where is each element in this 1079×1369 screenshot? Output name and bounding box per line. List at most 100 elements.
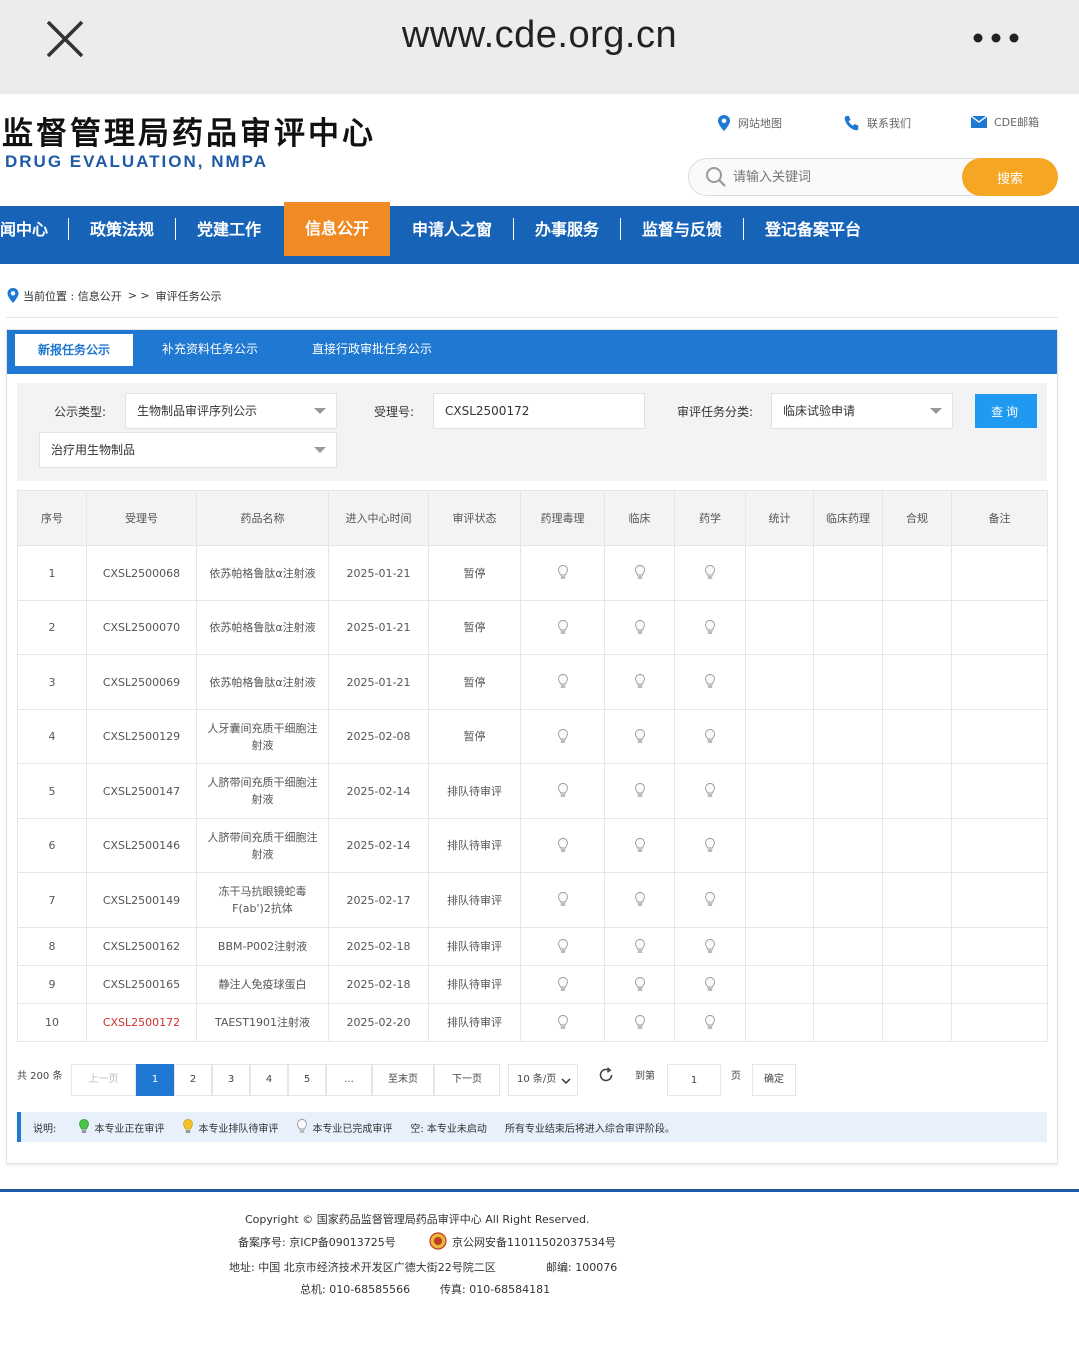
search-icon: [706, 167, 726, 187]
nav-item-party[interactable]: 党建工作: [197, 206, 261, 264]
cell-acceptance-no[interactable]: CXSL2500165: [86, 965, 197, 1004]
footer-icp[interactable]: 备案序号: 京ICP备09013725号: [238, 1234, 396, 1250]
column-header: 临床药理: [813, 490, 883, 546]
contact-link[interactable]: 联系我们: [843, 114, 911, 132]
cell-acceptance-no[interactable]: CXSL2500069: [86, 654, 197, 710]
bulb-gray-icon: [557, 783, 568, 797]
cell-acceptance-no[interactable]: CXSL2500129: [86, 709, 197, 764]
page-button[interactable]: 1: [136, 1064, 174, 1096]
cell-pharmacy: [674, 654, 746, 710]
subtype-select-value: 治疗用生物制品: [51, 443, 136, 457]
nav-divider: [743, 218, 744, 240]
nav-item-policy[interactable]: 政策法规: [90, 206, 154, 264]
cell-compliance: [882, 965, 952, 1004]
legend-yellow-text: 本专业排队待审评: [198, 1123, 279, 1135]
cell-no: 2: [17, 600, 87, 655]
search-button[interactable]: 搜索: [962, 158, 1058, 196]
bulb-gray-icon: [634, 619, 645, 634]
cell-acceptance-no[interactable]: CXSL2500162: [86, 927, 197, 966]
tab-direct-approval-tasks[interactable]: 直接行政审批任务公示: [312, 330, 432, 374]
cell-date: 2025-01-21: [328, 600, 429, 655]
nav-item-news[interactable]: 闻中心: [0, 206, 48, 264]
cell-clinical-pharmacology: [813, 872, 883, 928]
acceptance-input[interactable]: [433, 393, 645, 429]
cell-clinical-pharmacology: [813, 709, 883, 764]
query-button[interactable]: 查询: [975, 394, 1037, 428]
page-button[interactable]: 3: [212, 1064, 250, 1096]
table-row[interactable]: 6 CXSL2500146 人脐带间充质干细胞注射液 2025-02-14 排队待审评: [17, 818, 1048, 873]
refresh-icon[interactable]: [598, 1067, 614, 1083]
footer-police[interactable]: 京公网安备11011502037534号: [452, 1234, 616, 1250]
page-button[interactable]: 4: [250, 1064, 288, 1096]
cell-pharmtox: [520, 1003, 605, 1042]
table-row[interactable]: 10 CXSL2500172 TAEST1901注射液 2025-02-20 排队待审评: [17, 1003, 1048, 1042]
tab-supplement-tasks[interactable]: 补充资料任务公示: [162, 330, 258, 374]
cell-no: 4: [17, 709, 87, 764]
table-row[interactable]: 5 CXSL2500147 人脐带间充质干细胞注射液 2025-02-14 排队待审评: [17, 763, 1048, 819]
subtype-select[interactable]: 治疗用生物制品: [39, 432, 337, 468]
nav-item-info[interactable]: 信息公开: [284, 202, 390, 256]
cell-acceptance-no[interactable]: CXSL2500146: [86, 818, 197, 873]
cell-drug-name: TAEST1901注射液: [196, 1003, 329, 1042]
cell-date: 2025-02-14: [328, 818, 429, 873]
table-row[interactable]: 8 CXSL2500162 BBM-P002注射液 2025-02-18 排队待审评: [17, 927, 1048, 966]
nav-item-applicant[interactable]: 申请人之窗: [412, 206, 492, 264]
nav-item-feedback[interactable]: 监督与反馈: [642, 206, 722, 264]
nav-item-registration[interactable]: 登记备案平台: [765, 206, 861, 264]
next-page-button[interactable]: 下一页: [434, 1064, 500, 1096]
footer-copyright: Copyright © 国家药品监督管理局药品审评中心 All Right Re…: [245, 1213, 590, 1226]
page-size-select[interactable]: 10 条/页: [508, 1064, 578, 1096]
search-input[interactable]: [733, 167, 953, 187]
prev-page-button[interactable]: 上一页: [71, 1064, 136, 1096]
cell-clinical: [604, 600, 675, 655]
cell-pharmtox: [520, 818, 605, 873]
cell-remarks: [951, 709, 1048, 764]
tab-new-tasks[interactable]: 新报任务公示: [15, 334, 133, 366]
browser-url[interactable]: www.cde.org.cn: [0, 14, 1079, 57]
mail-link[interactable]: CDE邮箱: [970, 114, 1039, 130]
divider: [6, 317, 1058, 318]
type-select[interactable]: 生物制品审评序列公示: [125, 393, 337, 429]
tab-bar: 新报任务公示 补充资料任务公示 直接行政审批任务公示: [7, 330, 1057, 374]
legend-gray-text: 本专业已完成审评: [312, 1123, 393, 1135]
table-row[interactable]: 1 CXSL2500068 依苏帕格鲁肽α注射液 2025-01-21 暂停: [17, 545, 1048, 601]
cell-drug-name: 静注人免疫球蛋白: [196, 965, 329, 1004]
cell-date: 2025-02-08: [328, 709, 429, 764]
cell-compliance: [882, 709, 952, 764]
breadcrumb-prefix[interactable]: 当前位置 : 信息公开: [23, 288, 122, 304]
bulb-gray-icon: [705, 1014, 715, 1029]
table-row[interactable]: 3 CXSL2500069 依苏帕格鲁肽α注射液 2025-01-21 暂停: [17, 654, 1048, 710]
contact-label: 联系我们: [867, 117, 911, 130]
cell-acceptance-no[interactable]: CXSL2500068: [86, 545, 197, 601]
cell-status: 暂停: [428, 600, 521, 655]
cell-clinical-pharmacology: [813, 818, 883, 873]
more-icon[interactable]: [968, 28, 1024, 48]
table-row[interactable]: 2 CXSL2500070 依苏帕格鲁肽α注射液 2025-01-21 暂停: [17, 600, 1048, 655]
cell-acceptance-no[interactable]: CXSL2500070: [86, 600, 197, 655]
table-row[interactable]: 7 CXSL2500149 冻干马抗眼镜蛇毒F(ab')2抗体 2025-02-17 排…: [17, 872, 1048, 928]
table-row[interactable]: 9 CXSL2500165 静注人免疫球蛋白 2025-02-18 排队待审评: [17, 965, 1048, 1004]
category-select[interactable]: 临床试验申请: [771, 393, 953, 429]
caret-down-icon: [314, 408, 326, 414]
site-subtitle: DRUG EVALUATION, NMPA: [5, 152, 268, 171]
cell-acceptance-no[interactable]: CXSL2500149: [86, 872, 197, 928]
cell-acceptance-no[interactable]: CXSL2500172: [86, 1003, 197, 1042]
page-button[interactable]: 5: [288, 1064, 326, 1096]
page-button[interactable]: 2: [174, 1064, 212, 1096]
nav-item-services[interactable]: 办事服务: [535, 206, 599, 264]
goto-confirm-button[interactable]: 确定: [752, 1064, 796, 1096]
bulb-gray-icon: [705, 783, 715, 797]
cell-no: 9: [17, 965, 87, 1004]
cell-clinical-pharmacology: [813, 1003, 883, 1042]
category-select-value: 临床试验申请: [783, 404, 856, 418]
cell-clinical: [604, 709, 675, 764]
goto-page-input[interactable]: [667, 1064, 721, 1096]
cell-acceptance-no[interactable]: CXSL2500147: [86, 763, 197, 819]
table-row[interactable]: 4 CXSL2500129 人牙囊间充质干细胞注射液 2025-02-08 暂停: [17, 709, 1048, 764]
total-count: 共 200 条: [17, 1071, 63, 1082]
acceptance-label: 受理号:: [374, 405, 415, 419]
last-page-button[interactable]: 至末页: [372, 1064, 434, 1096]
cell-drug-name: 依苏帕格鲁肽α注射液: [196, 545, 329, 601]
sitemap-link[interactable]: 网站地图: [716, 114, 782, 132]
cell-status: 排队待审评: [428, 1003, 521, 1042]
